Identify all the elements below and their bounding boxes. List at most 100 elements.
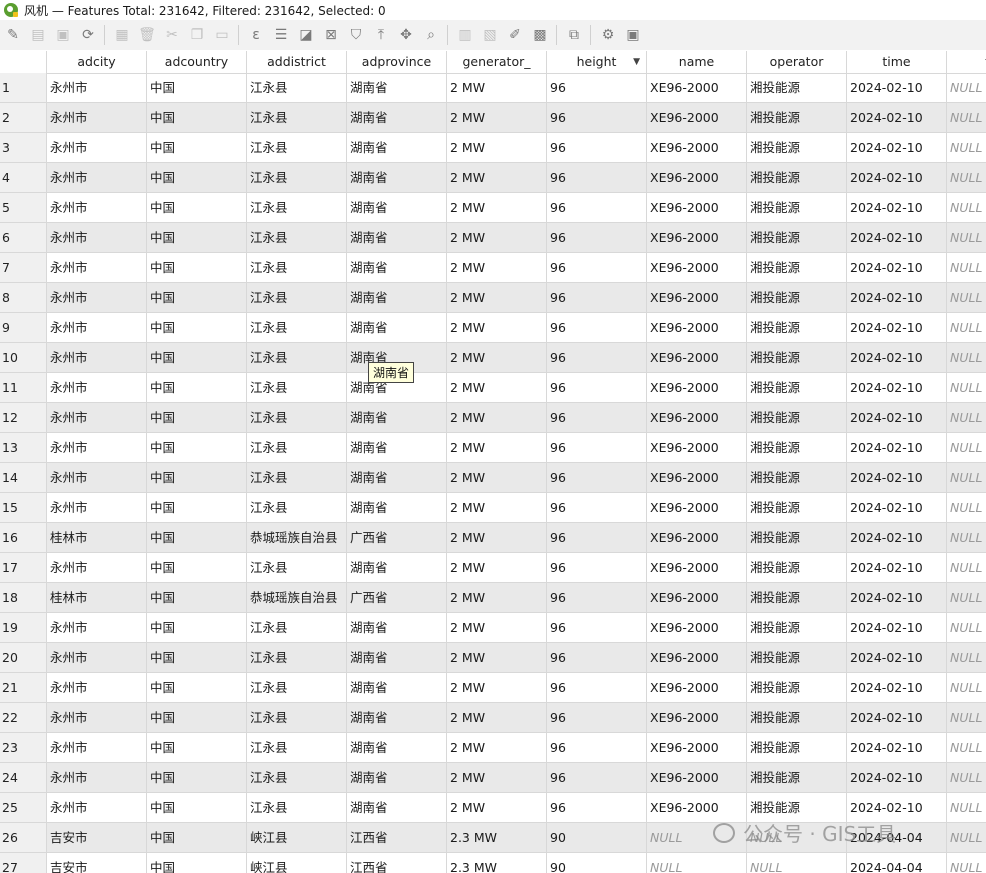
cell-tow[interactable]: NULL [947, 583, 986, 613]
cell-addistrict[interactable]: 江永县 [247, 463, 347, 493]
cell-tow[interactable]: NULL [947, 703, 986, 733]
cell-operator[interactable]: 湘投能源 [747, 283, 847, 313]
row-number[interactable]: 7 [0, 253, 47, 283]
column-header-addistrict[interactable]: addistrict [247, 51, 347, 73]
cell-time[interactable]: 2024-02-10 [847, 313, 947, 343]
cell-tow[interactable]: NULL [947, 163, 986, 193]
cell-operator[interactable]: 湘投能源 [747, 643, 847, 673]
cell-height[interactable]: 96 [547, 793, 647, 823]
table-row[interactable]: 19 永州市 中国 江永县 湖南省 2 MW 96 XE96-2000 湘投能源 2024-02-… [0, 613, 986, 643]
table-row[interactable]: 10 永州市 中国 江永县 湖南省 2 MW 96 XE96-2000 湘投能源 2024-02-… [0, 343, 986, 373]
cell-adprovince[interactable]: 江西省 [347, 823, 447, 853]
toggle-editing-button[interactable]: ✎ [1, 23, 25, 47]
field-calculator-button[interactable]: ✐ [503, 23, 527, 47]
row-number[interactable]: 14 [0, 463, 47, 493]
cell-tow[interactable]: NULL [947, 553, 986, 583]
cell-generator[interactable]: 2 MW [447, 643, 547, 673]
cell-adcity[interactable]: 永州市 [47, 133, 147, 163]
cell-adcity[interactable]: 永州市 [47, 763, 147, 793]
cell-name[interactable]: XE96-2000 [647, 403, 747, 433]
cell-adcountry[interactable]: 中国 [147, 523, 247, 553]
cell-time[interactable]: 2024-02-10 [847, 73, 947, 103]
cell-addistrict[interactable]: 江永县 [247, 553, 347, 583]
table-row[interactable]: 14 永州市 中国 江永县 湖南省 2 MW 96 XE96-2000 湘投能源 2024-02-… [0, 463, 986, 493]
column-header-time[interactable]: time [847, 51, 947, 73]
cell-adcountry[interactable]: 中国 [147, 163, 247, 193]
cell-adcity[interactable]: 桂林市 [47, 583, 147, 613]
cell-adprovince[interactable]: 湖南省 [347, 673, 447, 703]
form-view-button[interactable]: ▣ [621, 23, 645, 47]
cell-tow[interactable]: NULL [947, 463, 986, 493]
cell-height[interactable]: 96 [547, 253, 647, 283]
cell-generator[interactable]: 2 MW [447, 193, 547, 223]
cell-time[interactable]: 2024-02-10 [847, 103, 947, 133]
cell-addistrict[interactable]: 江永县 [247, 373, 347, 403]
row-number[interactable]: 24 [0, 763, 47, 793]
cell-addistrict[interactable]: 江永县 [247, 223, 347, 253]
cell-name[interactable]: NULL [647, 853, 747, 873]
cell-adcity[interactable]: 永州市 [47, 223, 147, 253]
table-row[interactable]: 27 吉安市 中国 峡江县 江西省 2.3 MW 90 NULL NULL 2024-04-04 N… [0, 853, 986, 873]
cell-adprovince[interactable]: 湖南省 [347, 223, 447, 253]
cell-adcity[interactable]: 永州市 [47, 343, 147, 373]
cell-generator[interactable]: 2 MW [447, 673, 547, 703]
table-row[interactable]: 23 永州市 中国 江永县 湖南省 2 MW 96 XE96-2000 湘投能源 2024-02-… [0, 733, 986, 763]
cell-name[interactable]: XE96-2000 [647, 133, 747, 163]
table-row[interactable]: 7 永州市 中国 江永县 湖南省 2 MW 96 XE96-2000 湘投能源 2024-02-1… [0, 253, 986, 283]
cell-adcountry[interactable]: 中国 [147, 763, 247, 793]
cell-adprovince[interactable]: 广西省 [347, 583, 447, 613]
cell-adcountry[interactable]: 中国 [147, 73, 247, 103]
table-row[interactable]: 2 永州市 中国 江永县 湖南省 2 MW 96 XE96-2000 湘投能源 2024-02-1… [0, 103, 986, 133]
cell-operator[interactable]: 湘投能源 [747, 523, 847, 553]
cell-time[interactable]: 2024-02-10 [847, 553, 947, 583]
cell-adcity[interactable]: 永州市 [47, 253, 147, 283]
cell-addistrict[interactable]: 江永县 [247, 433, 347, 463]
cell-addistrict[interactable]: 恭城瑶族自治县 [247, 583, 347, 613]
cell-addistrict[interactable]: 江永县 [247, 403, 347, 433]
cell-adcity[interactable]: 永州市 [47, 73, 147, 103]
row-number[interactable]: 8 [0, 283, 47, 313]
cell-addistrict[interactable]: 恭城瑶族自治县 [247, 523, 347, 553]
cell-tow[interactable]: NULL [947, 433, 986, 463]
cell-addistrict[interactable]: 江永县 [247, 193, 347, 223]
table-corner[interactable] [0, 51, 47, 73]
cell-height[interactable]: 96 [547, 613, 647, 643]
cell-tow[interactable]: NULL [947, 403, 986, 433]
cell-name[interactable]: XE96-2000 [647, 493, 747, 523]
row-number[interactable]: 18 [0, 583, 47, 613]
cell-adcity[interactable]: 永州市 [47, 313, 147, 343]
cell-tow[interactable]: NULL [947, 763, 986, 793]
zoom-to-selected-button[interactable]: ⌕ [419, 23, 443, 47]
move-selection-to-top-button[interactable]: ⤒ [369, 23, 393, 47]
row-number[interactable]: 11 [0, 373, 47, 403]
cell-name[interactable]: XE96-2000 [647, 283, 747, 313]
cell-time[interactable]: 2024-02-10 [847, 283, 947, 313]
cell-height[interactable]: 96 [547, 643, 647, 673]
filter-select-button[interactable]: ⛉ [344, 23, 368, 47]
table-row[interactable]: 9 永州市 中国 江永县 湖南省 2 MW 96 XE96-2000 湘投能源 2024-02-1… [0, 313, 986, 343]
cell-adcountry[interactable]: 中国 [147, 133, 247, 163]
cell-height[interactable]: 96 [547, 493, 647, 523]
cell-tow[interactable]: NULL [947, 193, 986, 223]
cell-generator[interactable]: 2 MW [447, 703, 547, 733]
cell-generator[interactable]: 2 MW [447, 793, 547, 823]
cell-time[interactable]: 2024-04-04 [847, 853, 947, 873]
cell-generator[interactable]: 2 MW [447, 343, 547, 373]
cell-tow[interactable]: NULL [947, 313, 986, 343]
cell-adcountry[interactable]: 中国 [147, 463, 247, 493]
table-row[interactable]: 4 永州市 中国 江永县 湖南省 2 MW 96 XE96-2000 湘投能源 2024-02-1… [0, 163, 986, 193]
cell-adcity[interactable]: 永州市 [47, 673, 147, 703]
table-row[interactable]: 1 永州市 中国 江永县 湖南省 2 MW 96 XE96-2000 湘投能源 2024-02-1… [0, 73, 986, 103]
cell-height[interactable]: 96 [547, 403, 647, 433]
delete-feature-button[interactable]: 🗑 [135, 23, 159, 47]
table-row[interactable]: 8 永州市 中国 江永县 湖南省 2 MW 96 XE96-2000 湘投能源 2024-02-1… [0, 283, 986, 313]
table-row[interactable]: 5 永州市 中国 江永县 湖南省 2 MW 96 XE96-2000 湘投能源 2024-02-1… [0, 193, 986, 223]
cell-operator[interactable]: 湘投能源 [747, 343, 847, 373]
column-header-adcountry[interactable]: adcountry [147, 51, 247, 73]
cell-name[interactable]: XE96-2000 [647, 703, 747, 733]
table-row[interactable]: 21 永州市 中国 江永县 湖南省 2 MW 96 XE96-2000 湘投能源 2024-02-… [0, 673, 986, 703]
cell-time[interactable]: 2024-02-10 [847, 523, 947, 553]
cell-height[interactable]: 96 [547, 103, 647, 133]
cell-name[interactable]: XE96-2000 [647, 763, 747, 793]
cell-name[interactable]: XE96-2000 [647, 553, 747, 583]
